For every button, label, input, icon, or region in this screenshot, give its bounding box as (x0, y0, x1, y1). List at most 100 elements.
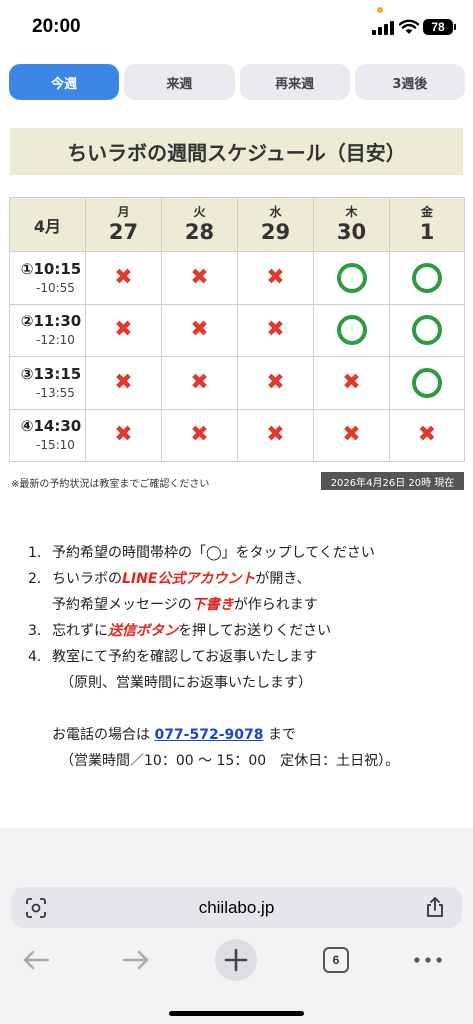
available-slot-cell[interactable] (389, 251, 465, 305)
tab-three-weeks-later[interactable]: 3週後 (354, 64, 465, 100)
reply-hours-note: （原則、営業時間にお返事いたします） (60, 675, 312, 691)
slot-start-time: ④14:30 (20, 417, 82, 436)
draft-emphasis: 下書き (191, 597, 234, 613)
unavailable-slot-cell: ✖ (161, 356, 238, 410)
month-cell: 4月 (9, 197, 86, 252)
step-number: 1. (28, 545, 42, 561)
phone-link[interactable]: 077-572-9078 (154, 727, 263, 743)
available-circle-icon[interactable] (336, 315, 367, 346)
step-text: ちいラボのLINE公式アカウントが開き、 (52, 571, 311, 587)
date-label: 1 (419, 219, 435, 244)
unavailable-cross-icon: ✖ (114, 264, 133, 290)
unavailable-slot-cell: ✖ (85, 303, 162, 357)
month-label: 4月 (33, 216, 62, 236)
available-slot-cell[interactable] (389, 356, 465, 410)
time-slot-row: ③13:15 -13:55 ✖ ✖ ✖ ✖ (9, 356, 465, 410)
tab-next-week[interactable]: 来週 (124, 64, 235, 100)
step-text: 教室にて予約を確認してお返事いたします (52, 649, 318, 665)
time-slot-row: ④14:30 -15:10 ✖ ✖ ✖ ✖ ✖ (9, 408, 465, 462)
unavailable-slot-cell: ✖ (313, 408, 390, 462)
back-button[interactable] (20, 938, 52, 982)
unavailable-cross-icon: ✖ (266, 422, 285, 448)
more-button[interactable] (412, 938, 444, 982)
unavailable-slot-cell: ✖ (237, 251, 314, 305)
available-slot-cell[interactable] (389, 303, 465, 357)
day-header: 金1 (389, 197, 465, 252)
time-slot-row: ①10:15 -10:55 ✖ ✖ ✖ (9, 251, 465, 305)
step-text: 忘れずに送信ボタンを押してお送りください (52, 623, 332, 639)
available-slot-cell[interactable] (313, 303, 390, 357)
slot-end-time: -15:10 (36, 438, 75, 453)
unavailable-slot-cell: ✖ (237, 303, 314, 357)
step-number: 3. (28, 623, 42, 639)
tabs-button[interactable]: 6 (321, 938, 351, 982)
unavailable-cross-icon: ✖ (266, 317, 285, 343)
step-text: 予約希望の時間帯枠の「◯」をタップしてください (52, 545, 375, 561)
slot-end-time: -13:55 (36, 385, 75, 400)
unavailable-cross-icon: ✖ (342, 422, 361, 448)
wifi-icon (399, 19, 419, 34)
time-slot-cell: ④14:30 -15:10 (9, 408, 86, 462)
time-slot-cell: ①10:15 -10:55 (9, 251, 86, 305)
unavailable-cross-icon: ✖ (114, 369, 133, 395)
new-tab-button[interactable] (215, 938, 257, 982)
status-time: 20:00 (32, 16, 81, 37)
date-label: 28 (184, 219, 215, 244)
instruction-step: 1. 予約希望の時間帯枠の「◯」をタップしてください (28, 540, 468, 566)
unavailable-cross-icon: ✖ (266, 264, 285, 290)
day-header: 月 27 (85, 197, 162, 252)
available-circle-icon[interactable] (412, 315, 442, 346)
unavailable-slot-cell: ✖ (161, 408, 238, 462)
available-circle-icon[interactable] (412, 262, 442, 293)
available-slot-cell[interactable] (313, 251, 390, 305)
send-button-emphasis: 送信ボタン (108, 623, 178, 639)
slot-end-time: -10:55 (36, 280, 75, 295)
privacy-indicator-dot (377, 7, 383, 13)
home-indicator (169, 1011, 304, 1016)
address-bar[interactable]: chiilabo.jp (11, 887, 462, 928)
plus-icon (215, 939, 257, 981)
more-dots-icon (414, 957, 442, 963)
unavailable-slot-cell: ✖ (85, 356, 162, 410)
tab-count: 6 (323, 947, 349, 973)
slot-start-time: ③13:15 (20, 364, 82, 383)
unavailable-cross-icon: ✖ (114, 317, 133, 343)
unavailable-slot-cell: ✖ (85, 251, 162, 305)
step-number: 2. (28, 571, 42, 587)
unavailable-slot-cell: ✖ (389, 408, 465, 462)
browser-toolbar: 6 (0, 938, 473, 982)
available-circle-icon[interactable] (336, 262, 367, 293)
unavailable-slot-cell: ✖ (237, 408, 314, 462)
forward-arrow-icon (122, 950, 149, 970)
url-text: chiilabo.jp (198, 898, 275, 917)
day-header: 木 30 (313, 197, 390, 252)
weekday-label: 月 (117, 204, 130, 219)
time-slot-cell: ③13:15 -13:55 (9, 356, 86, 410)
weekday-label: 水 (269, 204, 282, 219)
unavailable-cross-icon: ✖ (342, 369, 361, 395)
instruction-step: 4. 教室にて予約を確認してお返事いたします (28, 644, 468, 670)
available-circle-icon[interactable] (412, 367, 442, 398)
forward-button[interactable] (120, 938, 152, 982)
unavailable-cross-icon: ✖ (190, 422, 209, 448)
tab-this-week[interactable]: 今週 (9, 64, 120, 100)
status-bar: 20:00 78 (0, 0, 473, 56)
unavailable-cross-icon: ✖ (266, 369, 285, 395)
share-icon[interactable] (424, 896, 446, 918)
availability-note: ※最新の予約状況は教室までご確認ください (11, 479, 210, 490)
booking-instructions: 1. 予約希望の時間帯枠の「◯」をタップしてください 2. ちいラボのLINE公… (28, 540, 468, 774)
day-header: 火 28 (161, 197, 238, 252)
phone-contact: お電話の場合は 077-572-9078 まで (52, 727, 296, 743)
slot-start-time: ①10:15 (20, 259, 82, 278)
back-arrow-icon (23, 950, 50, 970)
slot-start-time: ②11:30 (20, 312, 82, 331)
step-continuation: 予約希望メッセージの下書きが作られます (52, 597, 318, 613)
battery-icon: 78 (423, 19, 456, 35)
weekday-label: 金 (420, 204, 433, 219)
date-label: 29 (260, 219, 291, 244)
unavailable-slot-cell: ✖ (161, 303, 238, 357)
unavailable-cross-icon: ✖ (190, 369, 209, 395)
step-number: 4. (28, 649, 42, 665)
tab-week-after-next[interactable]: 再来週 (239, 64, 350, 100)
instruction-step: 3. 忘れずに送信ボタンを押してお送りください (28, 618, 468, 644)
